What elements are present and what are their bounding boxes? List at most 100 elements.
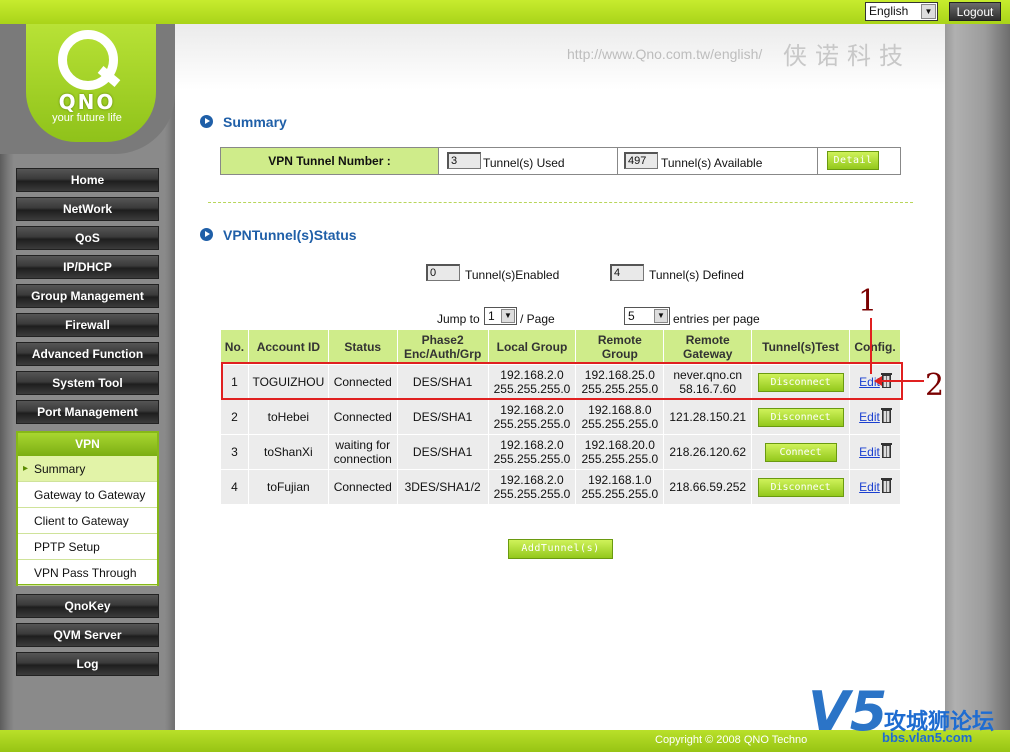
nav-log[interactable]: Log [16,652,159,676]
header-strip: http://www.Qno.com.tw/english/ 侠诺科技 [175,24,945,90]
disconnect-button[interactable]: Disconnect [757,477,844,497]
right-frame [945,24,1010,732]
nav-port-management[interactable]: Port Management [16,400,159,424]
language-value: English [869,4,909,18]
status-line2: connection [333,452,392,466]
col-remote-gateway-line2: Gateway [683,347,733,361]
col-remote-group: Remote Group [575,329,665,365]
header-brand-cn: 侠诺科技 [783,42,911,70]
language-select[interactable]: English ▼ [865,2,938,21]
tunnels-available-label: Tunnel(s) Available [661,156,763,170]
connect-button[interactable]: Connect [764,442,837,462]
tunnel-number-label: VPN Tunnel Number : [221,148,439,174]
cell-divider [617,148,618,174]
detail-button[interactable]: Detail [827,151,879,170]
cell-status: Connected [327,469,398,505]
watermark-logo: V5 [808,680,888,743]
remote-ip: 192.168.1.0 [588,473,652,487]
section-arrow-icon [200,115,213,128]
trash-icon[interactable] [880,478,892,493]
nav-advanced-function[interactable]: Advanced Function [16,342,159,366]
trash-icon[interactable] [880,408,892,423]
edit-link[interactable]: Edit [859,480,880,494]
col-local-group: Local Group [487,329,577,365]
tunnels-enabled-label: Tunnel(s)Enabled [465,268,560,282]
col-status: Status [327,329,398,365]
cell-remote-gateway: 121.28.150.21 [663,399,753,435]
add-tunnel-button[interactable]: AddTunnel(s) [508,539,613,559]
table-header-row: No. Account ID Status Phase2 Enc/Auth/Grp… [220,329,901,365]
nav-home[interactable]: Home [16,168,159,192]
nav-ip-dhcp[interactable]: IP/DHCP [16,255,159,279]
tunnels-used-label: Tunnel(s) Used [483,156,565,170]
logout-button[interactable]: Logout [949,2,1001,21]
highlight-box [221,362,903,400]
col-remote-gateway-line1: Remote [685,333,730,347]
cell-status: Connected [327,399,398,435]
dropdown-arrow-icon[interactable]: ▼ [501,309,515,323]
header-url: http://www.Qno.com.tw/english/ [567,46,763,62]
col-remote-gateway: Remote Gateway [663,329,753,365]
nav-qnokey[interactable]: QnoKey [16,594,159,618]
cell-tunnel-test: Disconnect [751,469,851,505]
section-divider [208,202,913,203]
nav-vpn[interactable]: VPN [18,433,157,456]
cell-phase2: 3DES/SHA1/2 [396,469,489,505]
col-phase2: Phase2 Enc/Auth/Grp [396,329,489,365]
nav-firewall[interactable]: Firewall [16,313,159,337]
edit-link[interactable]: Edit [859,445,880,459]
submenu-pptp-setup[interactable]: PPTP Setup [18,534,157,560]
cell-local-group: 192.168.2.0 255.255.255.0 [487,399,577,435]
disconnect-button[interactable]: Disconnect [757,407,844,427]
cell-status: waiting for connection [327,434,398,470]
col-tunnel-test: Tunnel(s)Test [751,329,851,365]
nav-system-tool[interactable]: System Tool [16,371,159,395]
col-remote-group-line2: Group [601,347,638,361]
trash-icon[interactable] [880,443,892,458]
cell-no: 2 [220,399,249,435]
table-row: 2 toHebei Connected DES/SHA1 192.168.2.0… [220,399,901,435]
entries-per-page-label: entries per page [673,312,760,326]
edit-link[interactable]: Edit [859,410,880,424]
remote-mask: 255.255.255.0 [581,487,659,501]
nav-group-management[interactable]: Group Management [16,284,159,308]
remote-mask: 255.255.255.0 [581,452,659,466]
status-title: VPNTunnel(s)Status [223,227,357,243]
cell-remote-group: 192.168.1.0 255.255.255.0 [575,469,665,505]
col-no: No. [220,329,249,365]
tunnels-available-value: 497 [624,152,658,169]
nav-qos[interactable]: QoS [16,226,159,250]
section-arrow-icon [200,228,213,241]
cell-config: Edit [849,434,901,470]
cell-remote-group: 192.168.20.0 255.255.255.0 [575,434,665,470]
gateway-line1: 218.66.59.252 [669,480,747,494]
cell-config: Edit [849,469,901,505]
submenu-vpn-pass-through[interactable]: VPN Pass Through [18,560,157,586]
cell-phase2: DES/SHA1 [396,399,489,435]
dropdown-arrow-icon[interactable]: ▼ [654,309,668,323]
watermark: V5 攻城狮论坛 bbs.vlan5.com [808,682,1008,748]
tunnels-enabled-value: 0 [426,264,460,281]
submenu-gateway-to-gateway[interactable]: Gateway to Gateway [18,482,157,508]
submenu-summary[interactable]: Summary [18,456,157,482]
col-config: Config. [849,329,901,365]
local-ip: 192.168.2.0 [500,438,564,452]
tunnels-defined-label: Tunnel(s) Defined [649,268,744,282]
status-line1: waiting for [335,438,391,452]
cell-remote-group: 192.168.8.0 255.255.255.0 [575,399,665,435]
status-line1: Connected [333,480,392,494]
dropdown-arrow-icon[interactable]: ▼ [921,4,936,19]
page-select[interactable]: 1 ▼ [484,307,517,325]
cell-no: 4 [220,469,249,505]
logo-brand: QNO [58,90,116,114]
col-phase2-line1: Phase2 [421,333,464,347]
copyright-text: Copyright © 2008 QNO Techno [655,734,808,746]
submenu-client-to-gateway[interactable]: Client to Gateway [18,508,157,534]
nav-qvm-server[interactable]: QVM Server [16,623,159,647]
nav-network[interactable]: NetWork [16,197,159,221]
local-ip: 192.168.2.0 [500,473,564,487]
entries-per-page-select[interactable]: 5 ▼ [624,307,670,325]
gateway-line1: 218.26.120.62 [669,445,747,459]
tunnels-defined-value: 4 [610,264,644,281]
jump-to-label: Jump to [437,312,480,326]
